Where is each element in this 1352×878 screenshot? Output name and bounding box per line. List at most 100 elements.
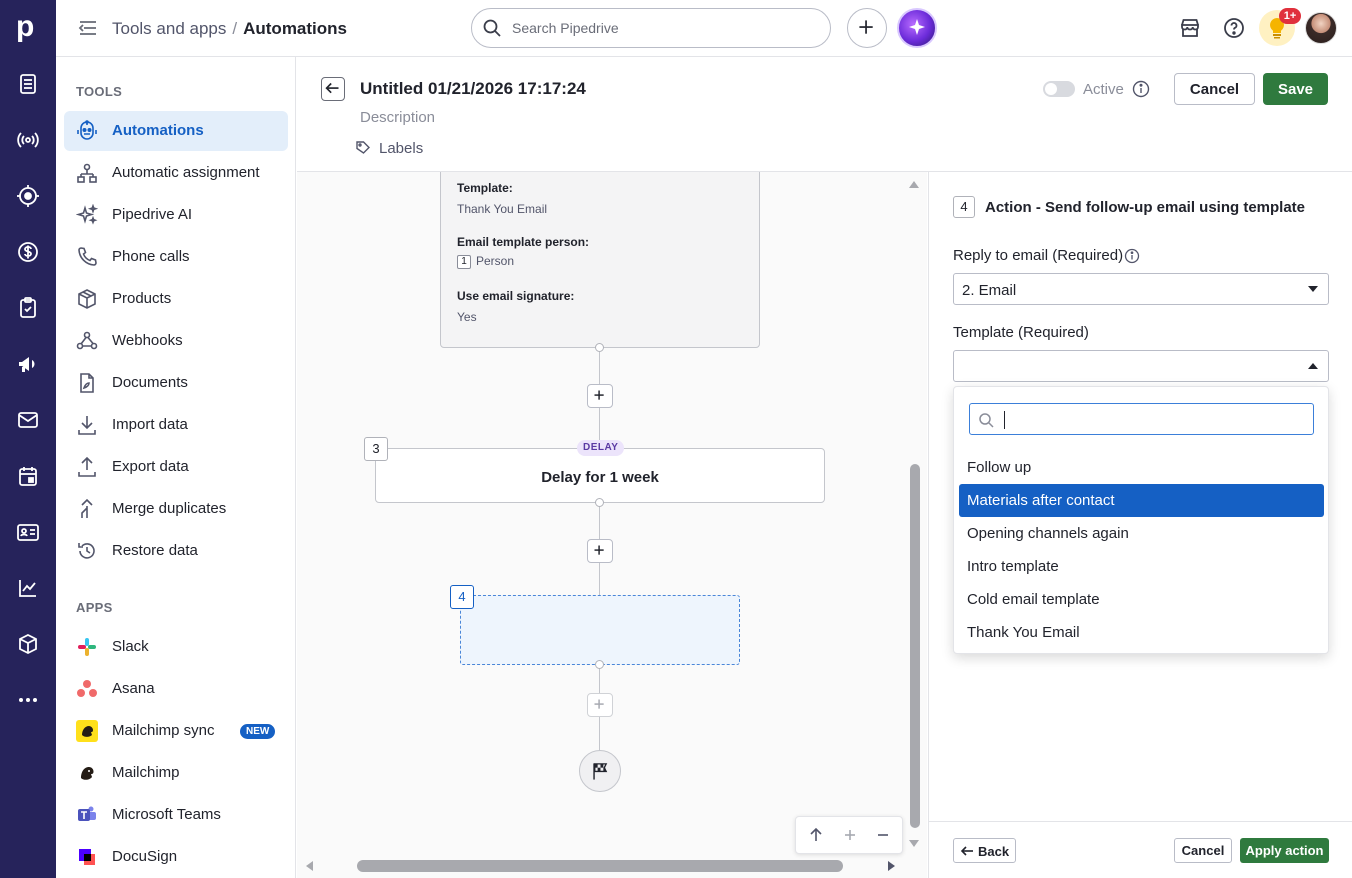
dropdown-option[interactable]: Intro template: [959, 550, 1324, 583]
description-field[interactable]: Description: [360, 109, 435, 126]
automation-title[interactable]: Untitled 01/21/2026 17:17:24: [360, 79, 586, 99]
slack-icon: [76, 636, 98, 658]
deals-icon[interactable]: [16, 72, 40, 96]
quick-add-button[interactable]: [847, 8, 887, 48]
add-step-button[interactable]: [587, 384, 613, 408]
ai-assistant-button[interactable]: [897, 8, 937, 48]
apply-action-button[interactable]: Apply action: [1240, 838, 1329, 863]
activities-icon[interactable]: [16, 296, 40, 320]
panel-cancel-button[interactable]: Cancel: [1174, 838, 1232, 863]
marketplace-icon[interactable]: [1178, 16, 1202, 40]
sidebar-item-label: Mailchimp sync: [112, 722, 215, 739]
add-step-button[interactable]: [587, 539, 613, 563]
connector-dot: [595, 343, 604, 352]
leads-icon[interactable]: [16, 128, 40, 152]
sidebar-item-asana[interactable]: Asana: [64, 669, 288, 709]
active-toggle[interactable]: [1043, 81, 1075, 97]
docusign-icon: [76, 846, 98, 868]
calendar-icon[interactable]: [16, 464, 40, 488]
panel-title: Action - Send follow-up email using temp…: [985, 199, 1306, 216]
zoom-in-icon[interactable]: [842, 827, 858, 843]
arrow-left-icon: [960, 844, 974, 858]
sidebar-item-restore-data[interactable]: Restore data: [64, 531, 288, 571]
option-label: Opening channels again: [967, 525, 1129, 542]
option-label: Cold email template: [967, 591, 1100, 608]
option-label: Follow up: [967, 459, 1032, 476]
dollar-icon[interactable]: [16, 240, 40, 264]
template-label: Template (Required): [953, 324, 1089, 341]
back-arrow-button[interactable]: [321, 77, 345, 101]
dropdown-option[interactable]: Opening channels again: [959, 517, 1324, 550]
arrow-up-icon[interactable]: [808, 827, 824, 843]
new-action-placeholder[interactable]: [460, 595, 740, 665]
search-input[interactable]: [512, 17, 812, 39]
sidebar-item-microsoft-teams[interactable]: Microsoft Teams: [64, 795, 288, 835]
reply-email-select[interactable]: 2. Email: [953, 273, 1329, 305]
sidebar-item-phone-calls[interactable]: Phone calls: [64, 237, 288, 277]
save-button[interactable]: Save: [1263, 73, 1328, 105]
sidebar-item-pipedrive-ai[interactable]: Pipedrive AI: [64, 195, 288, 235]
nav-rail: p: [0, 0, 56, 878]
sidebar-item-docusign[interactable]: DocuSign: [64, 837, 288, 877]
cancel-button[interactable]: Cancel: [1174, 73, 1255, 105]
sidebar-item-products[interactable]: Products: [64, 279, 288, 319]
sidebar-item-label: Documents: [112, 374, 188, 391]
sidebar-item-label: Export data: [112, 458, 189, 475]
tools-section-title: TOOLS: [76, 84, 123, 99]
horizontal-scrollbar-thumb[interactable]: [357, 860, 843, 872]
mail-icon[interactable]: [16, 408, 40, 432]
dropdown-search-input[interactable]: [969, 403, 1314, 435]
sidebar-item-label: Restore data: [112, 542, 198, 559]
signature-value: Yes: [457, 310, 477, 324]
dropdown-option[interactable]: Cold email template: [959, 583, 1324, 616]
back-button[interactable]: Back: [953, 838, 1016, 863]
sidebar-item-webhooks[interactable]: Webhooks: [64, 321, 288, 361]
scroll-right-arrow-icon[interactable]: [886, 860, 898, 872]
option-label: Thank You Email: [967, 624, 1080, 641]
sidebar-item-automations[interactable]: Automations: [64, 111, 288, 151]
sidebar-item-mailchimp[interactable]: Mailchimp: [64, 753, 288, 793]
info-icon[interactable]: [1132, 80, 1150, 98]
more-icon[interactable]: [16, 688, 40, 712]
sidebar-item-label: Automatic assignment: [112, 164, 260, 181]
template-select[interactable]: [953, 350, 1329, 382]
dropdown-option[interactable]: Follow up: [959, 451, 1324, 484]
dropdown-option-highlighted[interactable]: Materials after contact: [959, 484, 1324, 517]
sidebar-item-documents[interactable]: Documents: [64, 363, 288, 403]
insights-icon[interactable]: [16, 576, 40, 600]
pipedrive-logo[interactable]: p: [16, 12, 40, 42]
sidebar-item-automatic-assignment[interactable]: Automatic assignment: [64, 153, 288, 193]
sidebar-item-label: Pipedrive AI: [112, 206, 193, 223]
breadcrumb: Tools and apps / Automations: [112, 19, 347, 39]
radar-icon[interactable]: [16, 184, 40, 208]
products-box-icon[interactable]: [16, 632, 40, 656]
person-step-chip: 1: [457, 255, 471, 269]
user-avatar[interactable]: [1305, 12, 1337, 44]
help-icon[interactable]: [1222, 16, 1246, 40]
search-icon: [482, 18, 502, 38]
breadcrumb-parent[interactable]: Tools and apps: [112, 19, 226, 38]
sidebar-item-slack[interactable]: Slack: [64, 627, 288, 667]
scroll-left-arrow-icon[interactable]: [303, 860, 315, 872]
sidebar-item-merge-duplicates[interactable]: Merge duplicates: [64, 489, 288, 529]
zoom-out-icon[interactable]: [875, 827, 891, 843]
delay-step-card[interactable]: Delay for 1 week: [375, 448, 825, 503]
add-step-button[interactable]: [587, 693, 613, 717]
sidebar-item-export-data[interactable]: Export data: [64, 447, 288, 487]
webhook-icon: [76, 330, 98, 352]
sidebar-item-import-data[interactable]: Import data: [64, 405, 288, 445]
workflow-canvas[interactable]: Template: Thank You Email Email template…: [297, 172, 927, 878]
vertical-scrollbar-thumb[interactable]: [910, 464, 920, 828]
sidebar-item-mailchimp-sync[interactable]: Mailchimp sync NEW: [64, 711, 288, 751]
previous-action-card[interactable]: Template: Thank You Email Email template…: [440, 172, 760, 348]
scroll-up-arrow-icon[interactable]: [908, 178, 920, 190]
collapse-menu-icon[interactable]: [78, 18, 98, 38]
scroll-down-arrow-icon[interactable]: [908, 838, 920, 850]
tips-button[interactable]: 1+: [1259, 8, 1301, 46]
info-icon[interactable]: [1124, 248, 1140, 264]
campaigns-icon[interactable]: [16, 352, 40, 376]
contacts-icon[interactable]: [16, 520, 40, 544]
text-cursor: [1004, 411, 1005, 429]
dropdown-option[interactable]: Thank You Email: [959, 616, 1324, 649]
global-search[interactable]: [471, 8, 831, 48]
